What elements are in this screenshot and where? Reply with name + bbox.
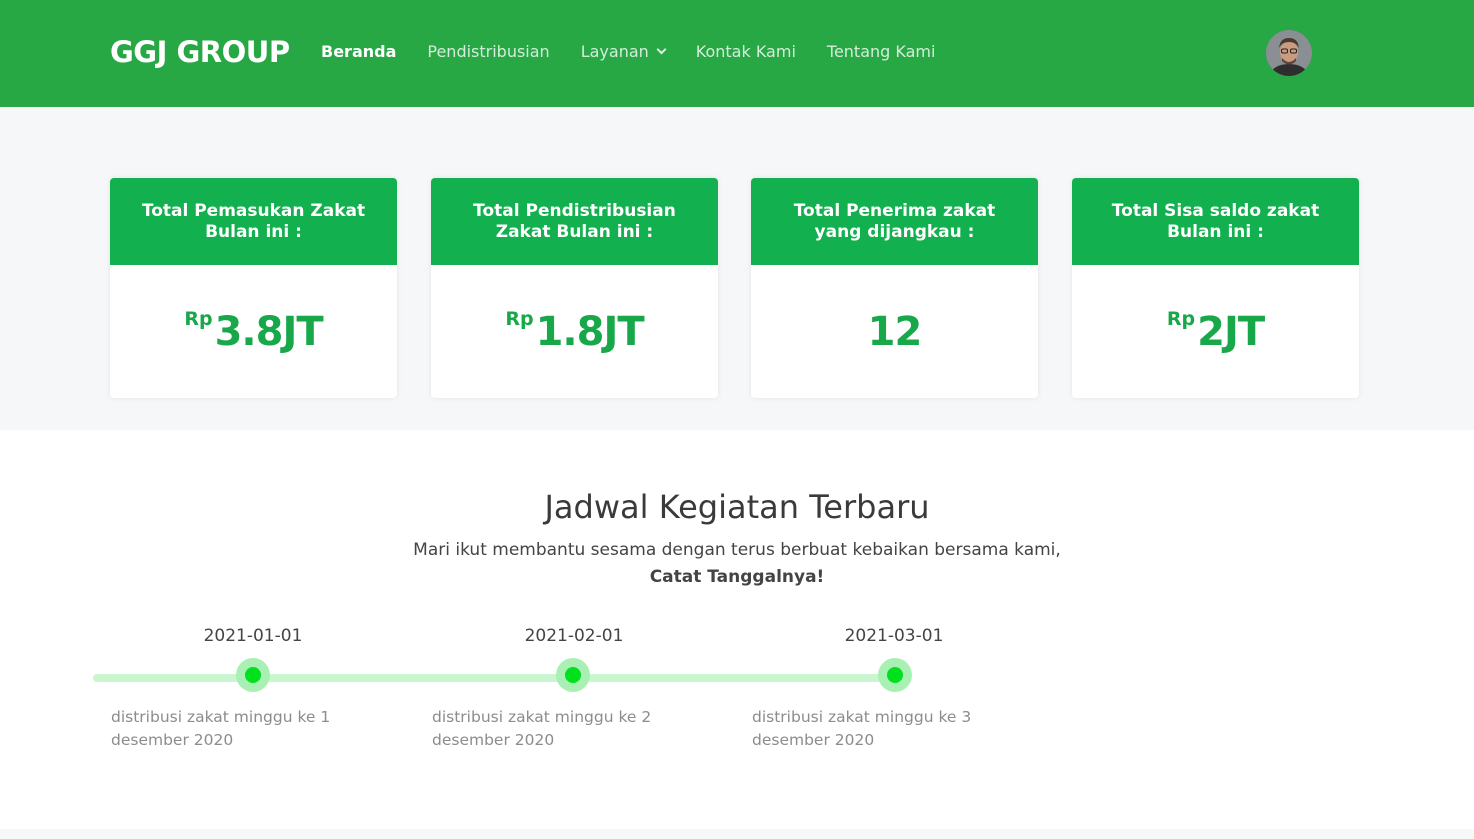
stat-value: 12 — [867, 308, 923, 355]
nav-layanan[interactable]: Layanan — [580, 42, 667, 61]
timeline-date: 2021-03-01 — [844, 626, 944, 646]
user-avatar-icon — [1266, 30, 1312, 76]
stat-card-body: Rp 3.8JT — [110, 265, 397, 398]
stats-section: Total Pemasukan Zakat Bulan ini : Rp 3.8… — [0, 107, 1474, 430]
stat-card-body: 12 — [751, 265, 1038, 398]
schedule-title: Jadwal Kegiatan Terbaru — [544, 488, 930, 526]
stat-card-title: Total Pemasukan Zakat Bulan ini : — [110, 178, 397, 265]
nav-label: Pendistribusian — [427, 42, 550, 61]
navbar: GGJ GROUP Beranda Pendistribusian Layana… — [0, 0, 1474, 107]
timeline-desc: distribusi zakat minggu ke 3 desember 20… — [752, 708, 972, 749]
timeline-dot — [556, 658, 590, 692]
timeline-dot — [878, 658, 912, 692]
brand-logo[interactable]: GGJ GROUP — [110, 35, 290, 69]
schedule-subtitle-bold: Catat Tanggalnya! — [649, 567, 825, 587]
stat-card-pendistribusian: Total Pendistribusian Zakat Bulan ini : … — [431, 178, 718, 398]
footer-strip — [0, 829, 1474, 839]
timeline-date: 2021-01-01 — [203, 626, 303, 646]
stat-card-body: Rp 2JT — [1072, 265, 1359, 398]
stat-card-body: Rp 1.8JT — [431, 265, 718, 398]
currency-label: Rp — [1166, 308, 1196, 330]
nav-label: Kontak Kami — [695, 42, 796, 61]
chevron-down-icon — [656, 44, 667, 55]
schedule-subtitle-text: Mari ikut membantu sesama dengan terus b… — [413, 540, 1061, 560]
main-nav: Beranda Pendistribusian Layanan Kontak K… — [321, 42, 966, 61]
nav-kontak-kami[interactable]: Kontak Kami — [696, 42, 796, 61]
currency-label: Rp — [184, 308, 213, 330]
currency-label: Rp — [505, 308, 534, 330]
stat-card-title: Total Pendistribusian Zakat Bulan ini : — [431, 178, 718, 265]
timeline-desc: distribusi zakat minggu ke 2 desember 20… — [432, 708, 652, 749]
stat-card-title: Total Sisa saldo zakat Bulan ini : — [1072, 178, 1359, 265]
stat-card-penerima: Total Penerima zakat yang dijangkau : 12 — [751, 178, 1038, 398]
timeline-dot — [236, 658, 270, 692]
timeline-date: 2021-02-01 — [524, 626, 624, 646]
nav-beranda[interactable]: Beranda — [321, 42, 396, 61]
nav-label: Tentang Kami — [826, 42, 936, 61]
timeline-desc: distribusi zakat minggu ke 1 desember 20… — [111, 708, 331, 749]
nav-tentang-kami[interactable]: Tentang Kami — [827, 42, 936, 61]
user-avatar[interactable] — [1266, 30, 1312, 76]
stat-card-sisa-saldo: Total Sisa saldo zakat Bulan ini : Rp 2J… — [1072, 178, 1359, 398]
schedule-subtitle: Mari ikut membantu sesama dengan terus b… — [0, 537, 1474, 591]
nav-pendistribusian[interactable]: Pendistribusian — [427, 42, 549, 61]
stat-card-title: Total Penerima zakat yang dijangkau : — [751, 178, 1038, 265]
stat-value: 2JT — [1197, 308, 1265, 355]
nav-label: Beranda — [321, 42, 397, 61]
timeline-track — [93, 674, 910, 682]
nav-label: Layanan — [580, 42, 649, 61]
stat-value: 1.8JT — [535, 308, 645, 355]
stat-card-pemasukan: Total Pemasukan Zakat Bulan ini : Rp 3.8… — [110, 178, 397, 398]
stat-value: 3.8JT — [214, 308, 324, 355]
